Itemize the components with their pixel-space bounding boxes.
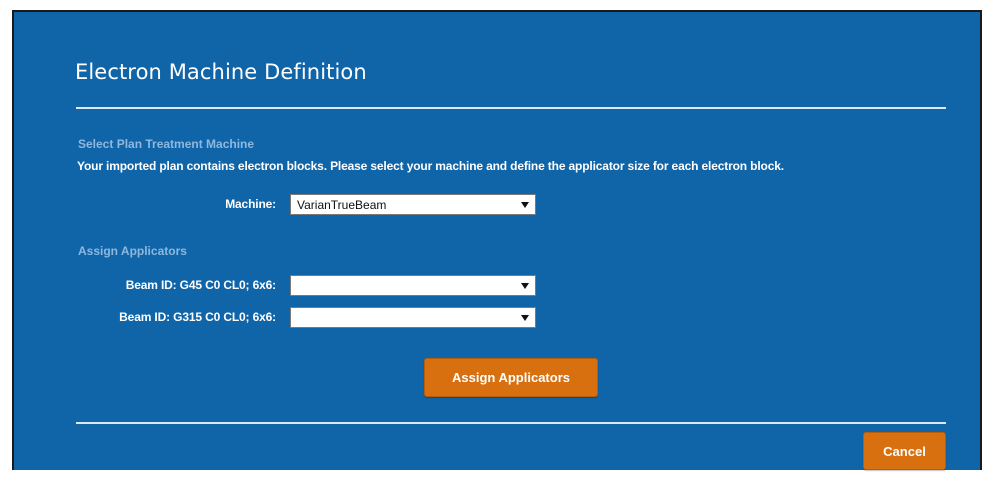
machine-select[interactable]: VarianTrueBeam: [290, 194, 536, 215]
chevron-down-icon: [521, 315, 529, 321]
beam-g315-applicator-select[interactable]: [290, 307, 536, 328]
beam-label-g45: Beam ID: G45 C0 CL0; 6x6:: [125, 278, 276, 292]
title-divider: [76, 107, 946, 109]
select-machine-heading: Select Plan Treatment Machine: [78, 137, 255, 151]
machine-select-value: VarianTrueBeam: [297, 198, 387, 212]
cancel-button[interactable]: Cancel: [863, 432, 946, 470]
beam-g45-applicator-select[interactable]: [290, 275, 536, 296]
dialog-title: Electron Machine Definition: [75, 60, 367, 84]
electron-machine-definition-dialog: Electron Machine Definition Select Plan …: [12, 10, 982, 470]
chevron-down-icon: [521, 202, 529, 208]
machine-label: Machine:: [225, 197, 276, 211]
beam-label-g315: Beam ID: G315 C0 CL0; 6x6:: [119, 310, 276, 324]
chevron-down-icon: [521, 283, 529, 289]
footer-divider: [76, 422, 946, 424]
assign-applicators-button[interactable]: Assign Applicators: [424, 358, 598, 397]
assign-applicators-heading: Assign Applicators: [78, 244, 187, 258]
instructions-text: Your imported plan contains electron blo…: [77, 159, 784, 173]
